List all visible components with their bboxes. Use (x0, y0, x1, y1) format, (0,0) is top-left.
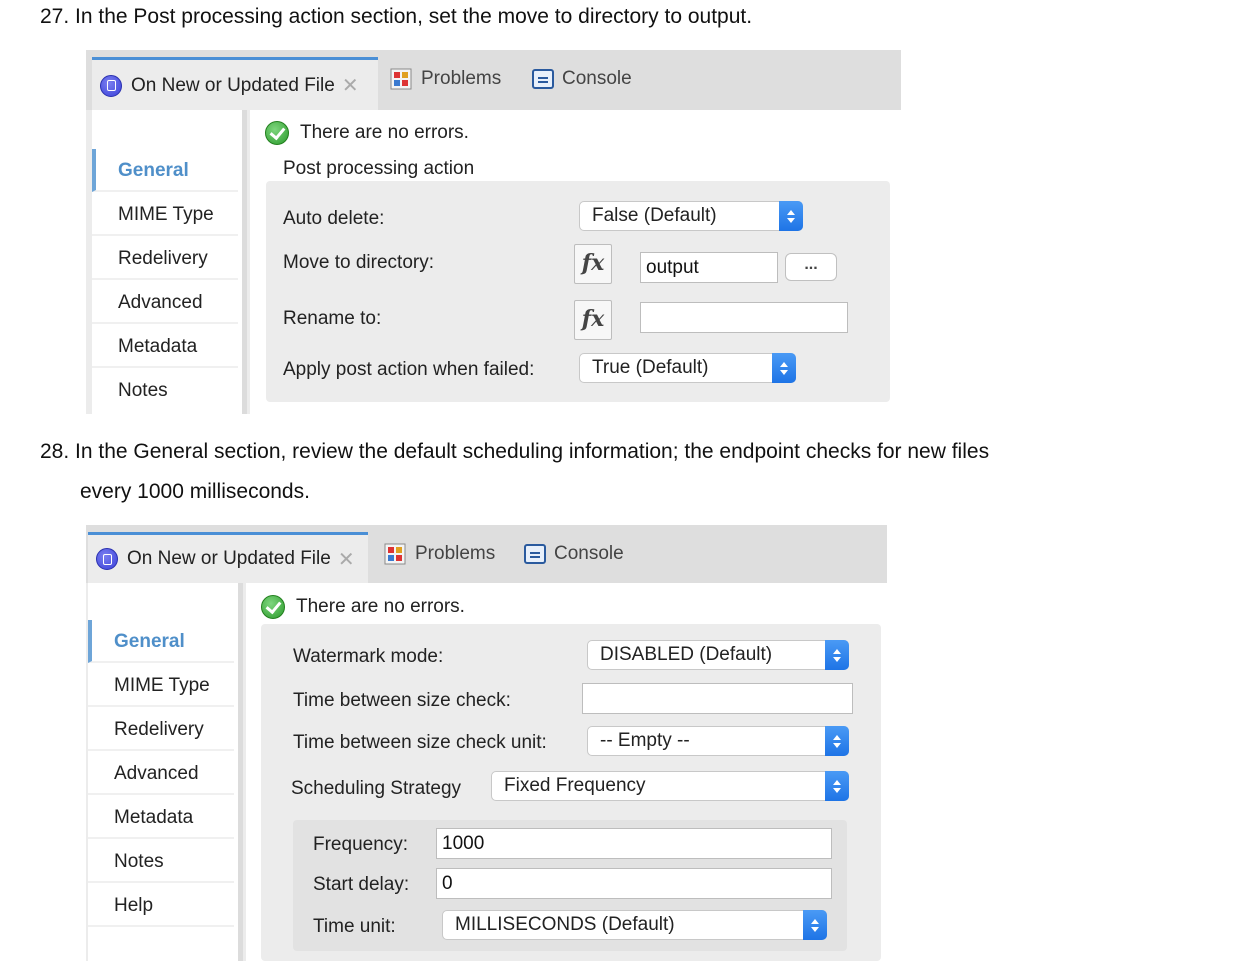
close-icon[interactable]: ✕ (338, 547, 355, 572)
problems-icon (390, 68, 412, 90)
scheduling-strategy-label: Scheduling Strategy (291, 778, 462, 799)
frequency-label: Frequency: (313, 834, 409, 855)
frequency-input[interactable]: 1000 (436, 828, 832, 859)
tab-console[interactable]: Console (532, 68, 632, 90)
sidebar: General MIME Type Redelivery Advanced Me… (88, 583, 238, 961)
post-processing-panel: On New or Updated File ✕ Problems Consol… (86, 50, 901, 414)
move-to-directory-input[interactable]: output (640, 252, 778, 283)
time-between-size-check-unit-select[interactable]: -- Empty -- (587, 726, 849, 756)
time-unit-label: Time unit: (313, 916, 396, 937)
select-arrow-icon (825, 726, 849, 756)
sidebar-splitter[interactable] (238, 583, 243, 961)
sidebar-item-advanced[interactable]: Advanced (88, 752, 234, 795)
watermark-mode-value: DISABLED (Default) (600, 644, 773, 665)
scheduling-strategy-select[interactable]: Fixed Frequency (491, 771, 849, 801)
apply-post-action-value: True (Default) (592, 357, 709, 378)
status-text: There are no errors. (300, 122, 469, 143)
tab-console-label: Console (554, 543, 624, 564)
time-unit-value: MILLISECONDS (Default) (455, 914, 675, 935)
tab-on-new-or-updated-file[interactable]: On New or Updated File ✕ (88, 532, 368, 583)
fx-expression-button[interactable]: fx (574, 244, 612, 284)
auto-delete-select[interactable]: False (Default) (579, 201, 803, 231)
sidebar-item-mime-type[interactable]: MIME Type (88, 664, 234, 707)
tab-label: On New or Updated File (131, 74, 335, 96)
select-arrow-icon (825, 771, 849, 801)
endpoint-icon (96, 548, 118, 570)
status-message: There are no errors. (261, 595, 465, 619)
general-group: Watermark mode: DISABLED (Default) Time … (261, 624, 881, 961)
content-area: There are no errors. Watermark mode: DIS… (246, 583, 887, 961)
problems-icon (384, 543, 406, 565)
watermark-mode-select[interactable]: DISABLED (Default) (587, 640, 849, 670)
check-icon (261, 595, 285, 619)
close-icon[interactable]: ✕ (342, 73, 359, 98)
time-between-size-check-unit-label: Time between size check unit: (293, 732, 547, 753)
tab-problems[interactable]: Problems (384, 543, 495, 565)
start-delay-input[interactable]: 0 (436, 868, 832, 899)
time-between-size-check-input[interactable] (582, 683, 853, 714)
tab-problems-label: Problems (421, 68, 502, 89)
tab-console-label: Console (562, 68, 632, 89)
time-unit-select[interactable]: MILLISECONDS (Default) (442, 910, 827, 940)
fx-expression-button[interactable]: fx (574, 300, 612, 340)
status-message: There are no errors. (265, 121, 469, 145)
time-between-size-check-label: Time between size check: (293, 690, 511, 711)
sidebar-item-general[interactable]: General (88, 620, 234, 663)
rename-to-input[interactable] (640, 302, 848, 333)
tab-bar: On New or Updated File ✕ Problems Consol… (86, 525, 887, 583)
select-arrow-icon (803, 910, 827, 940)
post-processing-group: Auto delete: False (Default) Move to dir… (266, 181, 890, 402)
select-arrow-icon (772, 353, 796, 383)
console-icon (524, 544, 546, 564)
watermark-mode-label: Watermark mode: (293, 646, 444, 667)
step-27-text: 27. In the Post processing action sectio… (40, 5, 753, 28)
status-text: There are no errors. (296, 596, 465, 617)
sidebar-item-advanced[interactable]: Advanced (92, 281, 238, 324)
section-title: Post processing action (283, 158, 475, 179)
auto-delete-label: Auto delete: (283, 208, 385, 229)
sidebar-item-notes[interactable]: Notes (88, 840, 234, 883)
scheduling-strategy-value: Fixed Frequency (504, 775, 646, 796)
apply-post-action-select[interactable]: True (Default) (579, 353, 796, 383)
select-arrow-icon (825, 640, 849, 670)
select-arrow-icon (779, 201, 803, 231)
fixed-frequency-group: Frequency: 1000 Start delay: 0 Time unit… (293, 820, 847, 951)
sidebar-item-redelivery[interactable]: Redelivery (92, 237, 238, 280)
endpoint-icon (100, 74, 122, 97)
tab-on-new-or-updated-file[interactable]: On New or Updated File ✕ (92, 57, 378, 111)
step-28-text: 28. In the General section, review the d… (40, 440, 990, 463)
start-delay-label: Start delay: (313, 874, 410, 895)
apply-post-action-label: Apply post action when failed: (283, 359, 535, 380)
rename-to-label: Rename to: (283, 308, 382, 329)
tab-console[interactable]: Console (524, 543, 624, 565)
tab-problems[interactable]: Problems (390, 68, 501, 90)
general-panel: On New or Updated File ✕ Problems Consol… (86, 525, 887, 961)
tab-bar: On New or Updated File ✕ Problems Consol… (86, 50, 901, 111)
sidebar-item-metadata[interactable]: Metadata (88, 796, 234, 839)
step-28-text-continued: every 1000 milliseconds. (80, 480, 310, 503)
sidebar-item-help[interactable]: Help (88, 884, 234, 927)
console-icon (532, 69, 554, 89)
check-icon (265, 121, 289, 145)
tab-label: On New or Updated File (127, 548, 331, 569)
content-area: There are no errors. Post processing act… (250, 110, 901, 414)
sidebar-item-general[interactable]: General (92, 149, 238, 192)
tab-problems-label: Problems (415, 543, 496, 564)
auto-delete-value: False (Default) (592, 205, 717, 226)
sidebar-item-notes[interactable]: Notes (92, 369, 238, 412)
sidebar-item-redelivery[interactable]: Redelivery (88, 708, 234, 751)
move-to-directory-label: Move to directory: (283, 252, 434, 273)
sidebar-item-mime-type[interactable]: MIME Type (92, 193, 238, 236)
sidebar-splitter[interactable] (242, 110, 247, 414)
sidebar-item-metadata[interactable]: Metadata (92, 325, 238, 368)
sidebar: General MIME Type Redelivery Advanced Me… (92, 110, 242, 414)
browse-button[interactable]: ... (785, 253, 837, 281)
time-between-size-check-unit-value: -- Empty -- (600, 730, 690, 751)
